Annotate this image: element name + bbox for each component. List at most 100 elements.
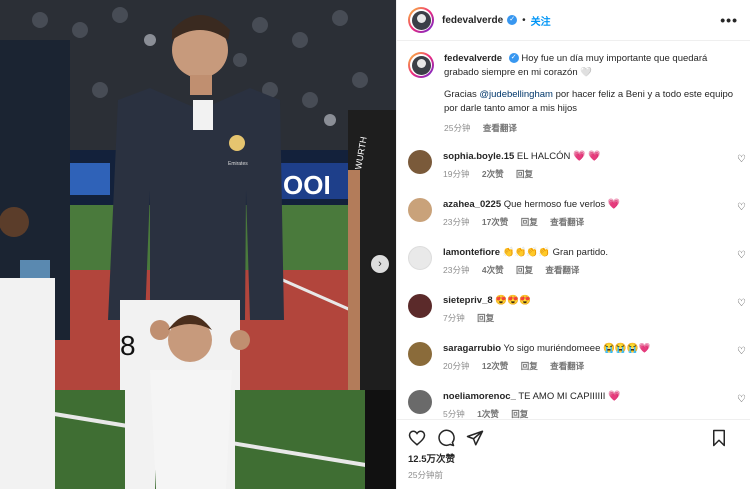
comment-body: azahea_0225 Que hermoso fue verlos 💗 23分… [443, 198, 723, 229]
comment-time: 23分钟 [443, 265, 470, 275]
comment-like-heart-icon[interactable]: ♡ [737, 394, 746, 405]
comment-emoji: 💗 [608, 391, 621, 402]
share-icon[interactable] [466, 429, 484, 447]
separator-dot: • [522, 14, 526, 26]
see-translation-link[interactable]: 查看翻译 [483, 123, 517, 133]
commenter-avatar[interactable] [408, 390, 432, 414]
comment-username[interactable]: sietepriv_8 [443, 295, 493, 306]
comment-body: saragarrubio Yo sigo muriéndomeee 😭😭😭💗 2… [443, 342, 723, 373]
crest-text: Emirates [228, 161, 248, 167]
comment-like-heart-icon[interactable]: ♡ [737, 298, 746, 309]
commenter-avatar[interactable] [408, 342, 432, 366]
comment-like-heart-icon[interactable]: ♡ [737, 346, 746, 357]
comment-emoji: 😭😭😭💗 [603, 343, 651, 354]
verified-badge-icon: ✓ [508, 53, 519, 64]
comment-like-heart-icon[interactable]: ♡ [737, 202, 746, 213]
comment-username[interactable]: noeliamorenoc_ [443, 391, 516, 402]
reply-button[interactable]: 回复 [511, 409, 528, 419]
post-photo[interactable]: OOI WURTH Emirates 8 › [0, 0, 396, 489]
action-bar [397, 420, 750, 447]
white-heart-emoji: 🤍 [580, 67, 593, 78]
comment-text: EL HALCÓN [516, 151, 571, 162]
comment-meta: 23分钟 4次赞 回复 查看翻译 [443, 264, 723, 277]
reply-button[interactable]: 回复 [521, 217, 538, 227]
comment-likes[interactable]: 4次赞 [482, 265, 504, 275]
comment-item: lamontefiore 👏👏👏👏 Gran partido. 23分钟 4次赞… [408, 246, 750, 277]
follow-button[interactable]: 关注 [531, 13, 551, 28]
post-timestamp: 25分钟前 [408, 470, 443, 480]
comment-meta: 23分钟 17次赞 回复 查看翻译 [443, 216, 723, 229]
more-options-icon[interactable]: ••• [720, 12, 738, 28]
caption-author-avatar[interactable] [408, 52, 434, 78]
see-translation-link[interactable]: 查看翻译 [550, 361, 584, 371]
comment-time: 23分钟 [443, 217, 470, 227]
post-header: fedevalverde ✓ • 关注 ••• [397, 0, 750, 41]
see-translation-link[interactable]: 查看翻译 [545, 265, 579, 275]
post-footer: 12.5万次赞 25分钟前 [397, 419, 750, 490]
jersey-number: 8 [120, 330, 136, 361]
caption-username[interactable]: fedevalverde [444, 53, 502, 64]
like-count[interactable]: 12.5万次赞 [397, 447, 750, 465]
comment-text: Gran partido. [552, 247, 609, 258]
comment-text: TE AMO MI CAPIIIIII [518, 391, 606, 402]
caption-time: 25分钟 [444, 123, 471, 133]
heart-icon[interactable] [408, 429, 426, 447]
comment-item: azahea_0225 Que hermoso fue verlos 💗 23分… [408, 198, 750, 229]
comment-like-heart-icon[interactable]: ♡ [737, 250, 746, 261]
post-caption: fedevalverde ✓ Hoy fue un día muy import… [397, 41, 750, 135]
post-view: OOI WURTH Emirates 8 › fedevalverde ✓ • … [0, 0, 750, 489]
verified-badge-icon: ✓ [507, 15, 518, 25]
comments-list[interactable]: fedevalverde ✓ Hoy fue un día muy import… [397, 41, 750, 419]
comment-body: lamontefiore 👏👏👏👏 Gran partido. 23分钟 4次赞… [443, 246, 723, 277]
comment-meta: 19分钟 2次赞 回复 [443, 168, 723, 181]
comment-username[interactable]: sophia.boyle.15 [443, 151, 514, 162]
comment-body: sietepriv_8 😍😍😍 7分钟 回复 [443, 294, 723, 325]
commenter-avatar[interactable] [408, 246, 432, 270]
caption-meta: 25分钟 查看翻译 [444, 121, 734, 135]
comment-likes[interactable]: 1次赞 [477, 409, 499, 419]
reply-button[interactable]: 回复 [477, 313, 494, 323]
reply-button[interactable]: 回复 [521, 361, 538, 371]
comment-like-heart-icon[interactable]: ♡ [737, 154, 746, 165]
comment-icon[interactable] [437, 429, 455, 447]
comment-likes[interactable]: 2次赞 [482, 169, 504, 179]
bookmark-icon[interactable] [711, 429, 727, 447]
comment-username[interactable]: azahea_0225 [443, 199, 501, 210]
see-translation-link[interactable]: 查看翻译 [550, 217, 584, 227]
reply-button[interactable]: 回复 [516, 169, 533, 179]
caption-mention-link[interactable]: @judebellingham [479, 89, 553, 100]
comment-likes[interactable]: 12次赞 [482, 361, 508, 371]
comment-text: Yo sigo muriéndomeee [503, 343, 601, 354]
comment-item: sophia.boyle.15 EL HALCÓN 💗 💗 19分钟 2次赞 回… [408, 150, 750, 181]
commenter-avatar[interactable] [408, 198, 432, 222]
comment-emoji: 👏👏👏👏 [502, 247, 550, 258]
comment-item: noeliamorenoc_ TE AMO MI CAPIIIIII 💗 5分钟… [408, 390, 750, 419]
post-side-panel: fedevalverde ✓ • 关注 ••• fedevalverde ✓ H… [396, 0, 750, 489]
comment-username[interactable]: lamontefiore [443, 247, 500, 258]
comment-item: saragarrubio Yo sigo muriéndomeee 😭😭😭💗 2… [408, 342, 750, 373]
next-image-button[interactable]: › [371, 255, 389, 273]
comment-emoji: 😍😍😍 [495, 295, 531, 306]
comment-emoji: 💗 💗 [573, 151, 601, 162]
comment-time: 7分钟 [443, 313, 465, 323]
comment-emoji: 💗 [607, 199, 621, 210]
author-username[interactable]: fedevalverde [442, 15, 503, 26]
commenter-avatar[interactable] [408, 150, 432, 174]
comment-body: noeliamorenoc_ TE AMO MI CAPIIIIII 💗 5分钟… [443, 390, 723, 419]
author-avatar[interactable] [408, 7, 434, 33]
comment-meta: 20分钟 12次赞 回复 查看翻译 [443, 360, 723, 373]
photo-illustration: OOI WURTH Emirates 8 [0, 0, 396, 489]
commenter-avatar[interactable] [408, 294, 432, 318]
comment-meta: 7分钟 回复 [443, 312, 723, 325]
comment-username[interactable]: saragarrubio [443, 343, 501, 354]
chevron-right-icon: › [378, 257, 382, 270]
caption-body: fedevalverde ✓ Hoy fue un día muy import… [444, 52, 734, 135]
comment-time: 20分钟 [443, 361, 470, 371]
comment-time: 5分钟 [443, 409, 465, 419]
comment-body: sophia.boyle.15 EL HALCÓN 💗 💗 19分钟 2次赞 回… [443, 150, 723, 181]
ad-board-text: OOI [283, 170, 331, 200]
comment-meta: 5分钟 1次赞 回复 [443, 408, 723, 419]
comment-text: Que hermoso fue verlos [503, 199, 606, 210]
reply-button[interactable]: 回复 [516, 265, 533, 275]
comment-likes[interactable]: 17次赞 [482, 217, 508, 227]
